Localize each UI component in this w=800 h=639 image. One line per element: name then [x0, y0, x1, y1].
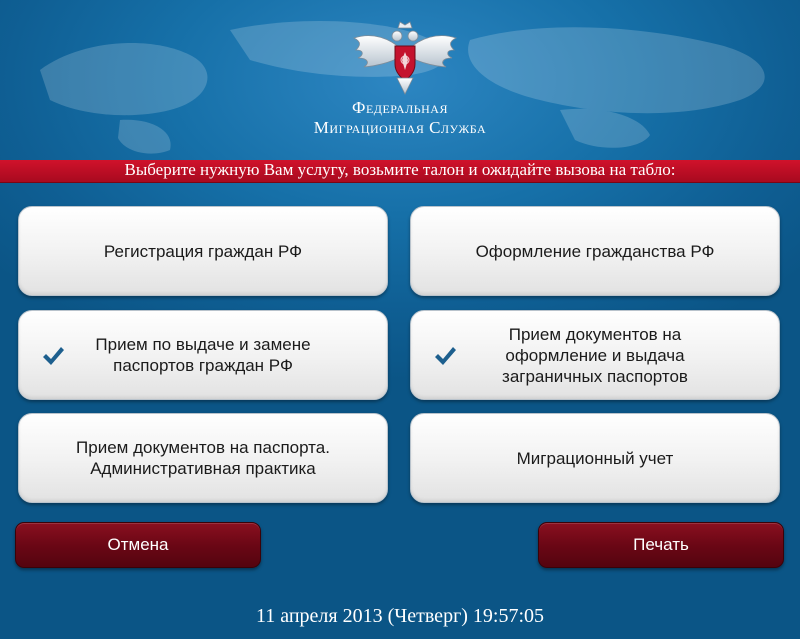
instruction-text: Выберите нужную Вам услугу, возьмите тал…	[124, 160, 676, 179]
service-button-migration-registration[interactable]: Миграционный учет	[410, 413, 780, 503]
eagle-emblem-icon	[352, 21, 458, 95]
current-datetime: 11 апреля 2013 (Четверг) 19:57:05	[255, 605, 545, 627]
organization-title: Федеральная Миграционная Служба	[240, 98, 560, 138]
service-button-passport-issue[interactable]: Прием по выдаче и замене паспортов гражд…	[18, 310, 388, 400]
service-button-citizenship[interactable]: Оформление гражданства РФ	[410, 206, 780, 296]
service-label: Прием документов на оформление и выдача …	[502, 324, 688, 386]
header: Федеральная Миграционная Служба	[0, 0, 800, 160]
print-button[interactable]: Печать	[538, 522, 784, 568]
service-label: Миграционный учет	[516, 448, 674, 468]
service-button-registration[interactable]: Регистрация граждан РФ	[18, 206, 388, 296]
checkmark-icon	[43, 347, 64, 365]
cancel-button[interactable]: Отмена	[15, 522, 261, 568]
service-button-administrative-practice[interactable]: Прием документов на паспорта. Администра…	[18, 413, 388, 503]
org-title-line2: Миграционная Служба	[313, 118, 487, 137]
service-button-foreign-passport[interactable]: Прием документов на оформление и выдача …	[410, 310, 780, 400]
service-label: Регистрация граждан РФ	[103, 241, 303, 261]
checkmark-icon	[435, 347, 456, 365]
service-label: Оформление гражданства РФ	[475, 241, 715, 261]
service-label: Прием по выдаче и замене паспортов гражд…	[95, 335, 311, 375]
service-label: Прием документов на паспорта. Администра…	[76, 438, 330, 478]
kiosk-screen: Федеральная Миграционная Служба Выберите…	[0, 0, 800, 639]
org-title-line1: Федеральная	[352, 98, 448, 117]
